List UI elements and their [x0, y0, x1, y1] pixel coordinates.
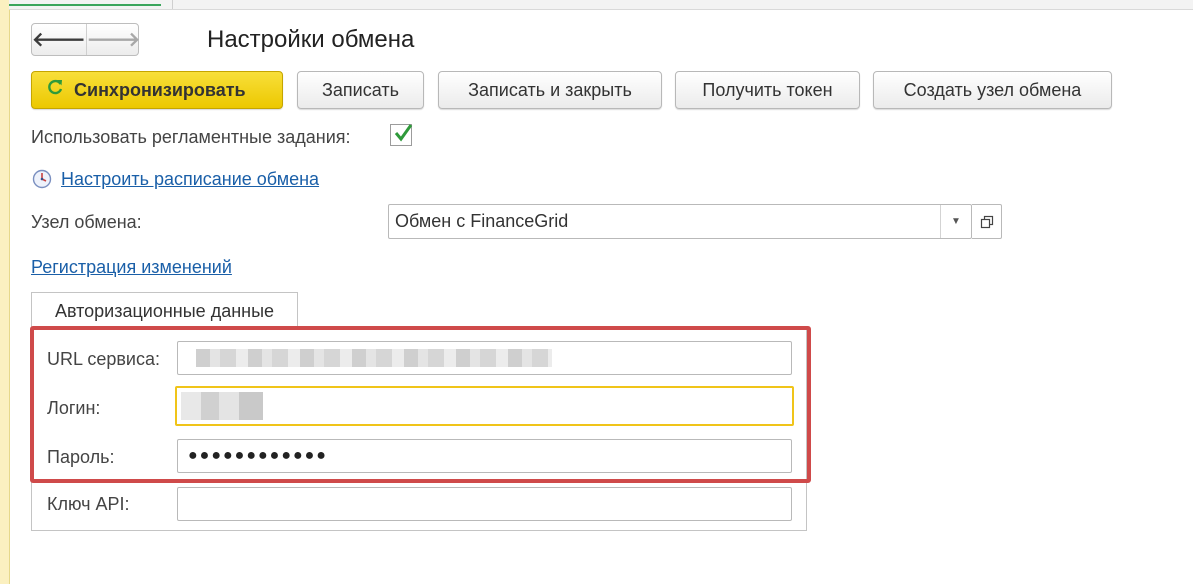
window-tabs-bar [9, 0, 1193, 10]
back-button[interactable]: 🡐 [32, 24, 87, 55]
refresh-icon [46, 78, 64, 102]
arrow-left-icon: 🡐 [32, 29, 86, 51]
create-exchange-node-button[interactable]: Создать узел обмена [873, 71, 1112, 109]
tab-auth-data[interactable]: Авторизационные данные [31, 292, 298, 329]
redacted-value [196, 349, 552, 367]
arrow-right-icon: 🡒 [86, 29, 141, 51]
login-input[interactable] [175, 386, 794, 426]
history-navigation: 🡐 🡒 [31, 23, 141, 56]
window-tab-active[interactable] [9, 0, 161, 6]
check-icon [394, 124, 413, 142]
configure-schedule-link[interactable]: Настроить расписание обмена [61, 169, 319, 190]
scheduled-jobs-label: Использовать регламентные задания: [31, 127, 351, 147]
change-registration-link[interactable]: Регистрация изменений [31, 257, 232, 278]
left-panel-strip [0, 0, 10, 584]
exchange-node-value: Обмен с FinanceGrid [395, 211, 569, 231]
service-url-label: URL сервиса: [47, 349, 160, 369]
password-value: ●●●●●●●●●●●● [188, 447, 328, 464]
password-label: Пароль: [47, 447, 115, 467]
api-key-label: Ключ API: [47, 494, 130, 514]
sync-button-label: Синхронизировать [74, 79, 246, 100]
forward-button[interactable]: 🡒 [87, 24, 141, 55]
password-input[interactable]: ●●●●●●●●●●●● [177, 439, 792, 473]
api-key-input[interactable] [177, 487, 792, 521]
get-token-button[interactable]: Получить токен [675, 71, 860, 109]
redacted-value [181, 392, 263, 420]
exchange-node-label: Узел обмена: [31, 212, 142, 232]
dropdown-arrow-icon[interactable]: ▼ [940, 205, 971, 238]
clock-icon [32, 169, 52, 189]
sync-button[interactable]: Синхронизировать [31, 71, 283, 109]
window-tab-separator [172, 0, 173, 9]
save-button[interactable]: Записать [297, 71, 424, 109]
open-node-button[interactable] [972, 204, 1002, 239]
scheduled-jobs-checkbox[interactable] [390, 124, 413, 146]
login-label: Логин: [47, 398, 101, 418]
exchange-node-select[interactable]: Обмен с FinanceGrid ▼ [388, 204, 972, 239]
service-url-input[interactable] [177, 341, 792, 375]
open-window-icon [980, 215, 993, 228]
save-and-close-button[interactable]: Записать и закрыть [438, 71, 662, 109]
page-title: Настройки обмена [207, 26, 415, 53]
